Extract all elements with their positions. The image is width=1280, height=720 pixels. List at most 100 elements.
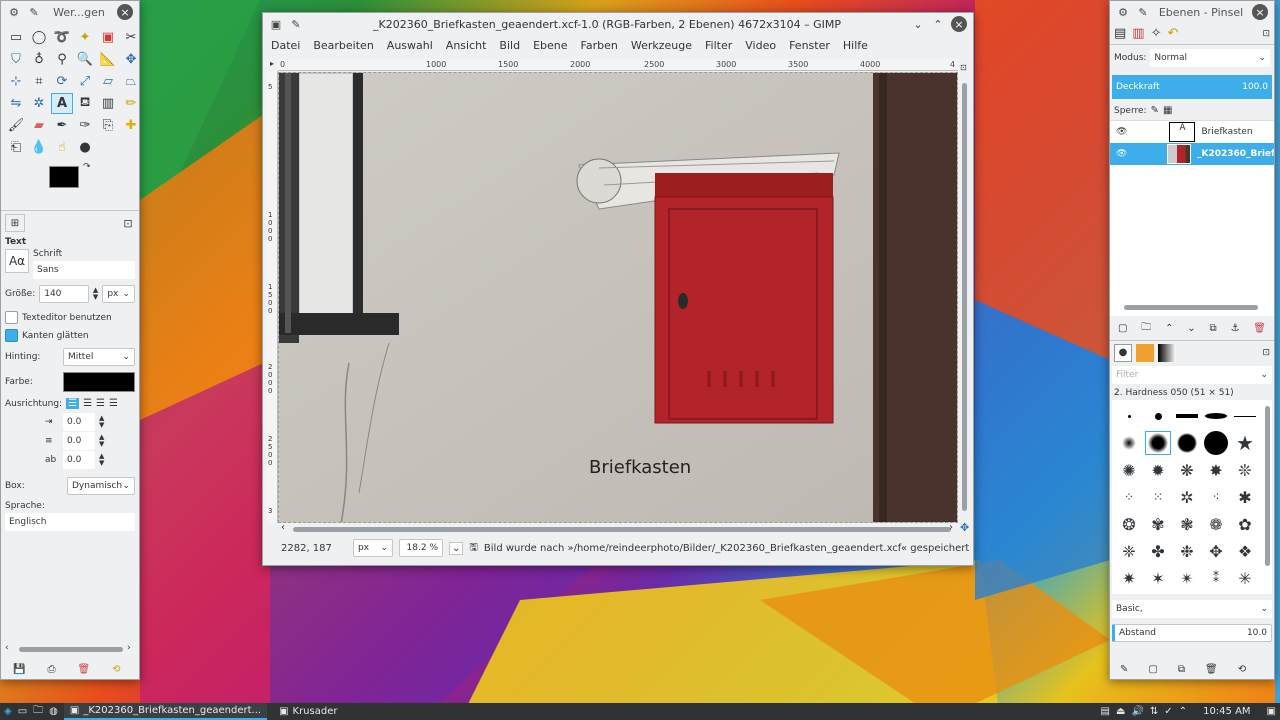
eye-icon[interactable]: 👁: [1116, 127, 1127, 137]
measure-icon[interactable]: 📐: [97, 49, 119, 70]
maximize-icon[interactable]: ⌃: [931, 17, 945, 31]
dodge-burn-icon[interactable]: ●: [74, 137, 96, 158]
font-field[interactable]: Sans: [33, 261, 135, 279]
ellipse-select-icon[interactable]: ◯: [28, 27, 50, 48]
eye-icon[interactable]: 👁: [1116, 149, 1127, 159]
zoom-dropdown-icon[interactable]: ⌄: [449, 541, 464, 555]
brush-item[interactable]: [1116, 431, 1142, 455]
brush-item[interactable]: ❃: [1174, 512, 1200, 536]
color-picker-icon[interactable]: ⚲: [51, 49, 73, 70]
task-krusader[interactable]: ▣ Krusader: [273, 703, 343, 720]
align-icon[interactable]: ⊹: [5, 71, 27, 92]
brush-item[interactable]: ❋: [1174, 458, 1200, 482]
brush-item[interactable]: [1203, 431, 1229, 455]
brush-item[interactable]: ⁘: [1116, 485, 1142, 509]
channels-tab-icon[interactable]: ▥: [1132, 26, 1144, 41]
pin-icon[interactable]: ✎: [1136, 5, 1150, 19]
menu-fenster[interactable]: Fenster: [789, 39, 830, 53]
brush-item[interactable]: ✳: [1232, 566, 1258, 590]
size-spinner-icon[interactable]: ▲ ▼: [93, 287, 98, 301]
reset-options-icon[interactable]: ⟲: [112, 664, 120, 675]
brush-item[interactable]: ✥: [1203, 539, 1229, 563]
perspective-clone-icon[interactable]: ⎗: [5, 137, 27, 158]
tray-network-icon[interactable]: ⇅: [1150, 706, 1158, 717]
pencil-icon[interactable]: ✏: [120, 93, 142, 114]
opacity-slider[interactable]: Deckkraft 100.0: [1112, 75, 1272, 99]
tool-options-tab-icon[interactable]: ⊞: [5, 214, 25, 232]
brush-item-selected[interactable]: [1145, 431, 1171, 455]
foreground-select-icon[interactable]: ⛉: [5, 49, 27, 70]
paintbrush-icon[interactable]: 🖌: [5, 115, 27, 136]
line-spacing-spinner-icon[interactable]: ▲ ▼: [99, 434, 104, 448]
clock[interactable]: 10:45 AM: [1203, 706, 1250, 717]
menu-bearbeiten[interactable]: Bearbeiten: [313, 39, 373, 53]
patterns-tab-icon[interactable]: [1136, 343, 1154, 362]
letter-spacing-spinner-icon[interactable]: ▲ ▼: [99, 453, 104, 467]
tray-expand-icon[interactable]: ⌃: [1179, 706, 1187, 717]
brush-scrollbar[interactable]: [1265, 406, 1270, 566]
delete-options-icon[interactable]: 🗑: [77, 664, 90, 675]
eraser-icon[interactable]: ▰: [28, 115, 50, 136]
perspective-icon[interactable]: ⏢: [120, 71, 142, 92]
restore-options-icon[interactable]: ⎙: [47, 664, 55, 675]
brush-item[interactable]: ❊: [1232, 458, 1258, 482]
justify-left-icon[interactable]: ☰: [66, 398, 80, 409]
scroll-left-icon[interactable]: ‹: [5, 643, 9, 653]
crop-icon[interactable]: ⌗: [28, 71, 50, 92]
brush-item[interactable]: ⁑: [1203, 566, 1229, 590]
indent-field[interactable]: 0.0: [63, 413, 95, 431]
browser-icon[interactable]: ◍: [49, 706, 58, 717]
lower-layer-icon[interactable]: ⌄: [1187, 323, 1195, 334]
free-select-icon[interactable]: ➰: [51, 27, 73, 48]
gradients-tab-icon[interactable]: [1158, 343, 1176, 362]
brush-item[interactable]: [1116, 404, 1142, 428]
brush-item[interactable]: ❖: [1232, 539, 1258, 563]
font-preview-button[interactable]: Aα: [5, 249, 29, 273]
smudge-icon[interactable]: ☝: [51, 137, 73, 158]
save-options-icon[interactable]: 💾: [13, 664, 25, 675]
shear-icon[interactable]: ▱: [97, 71, 119, 92]
layers-tab-icon[interactable]: ▤: [1114, 26, 1126, 41]
app-launcher-icon[interactable]: ◈: [4, 706, 12, 717]
toolbox-titlebar[interactable]: ⚙ ✎ Wer...gen ×: [1, 1, 139, 23]
brush-item[interactable]: ⁖: [1203, 485, 1229, 509]
scroll-right-icon[interactable]: ›: [127, 643, 131, 653]
scale-icon[interactable]: ⤢: [74, 71, 96, 92]
horizontal-ruler[interactable]: 0 1000 1500 2000 2500 3000 3500 4000 4: [278, 59, 958, 71]
window-menu-icon[interactable]: ⚙: [7, 5, 21, 19]
fuzzy-select-icon[interactable]: ✦: [74, 27, 96, 48]
text-icon[interactable]: A: [51, 93, 73, 114]
tab-menu-icon[interactable]: ⊡: [1262, 29, 1270, 39]
scissors-icon[interactable]: ✂: [120, 27, 142, 48]
heal-icon[interactable]: ✚: [120, 115, 142, 136]
canvas-text-layer[interactable]: Briefkasten: [589, 457, 691, 478]
justify-fill-icon[interactable]: ☰: [109, 398, 118, 409]
rotate-icon[interactable]: ⟳: [51, 71, 73, 92]
brush-item[interactable]: [1145, 404, 1171, 428]
tray-devices-icon[interactable]: ⏏: [1116, 706, 1125, 717]
lock-alpha-icon[interactable]: ▦: [1163, 105, 1172, 116]
hinting-select[interactable]: Mittel ⌄: [63, 348, 135, 366]
image-titlebar[interactable]: ▣ ✎ _K202360_Briefkasten_geaendert.xcf-1…: [263, 13, 973, 35]
navigate-icon[interactable]: ✥: [960, 521, 969, 534]
gimp-app-icon[interactable]: ▣: [269, 17, 283, 31]
cage-icon[interactable]: ✲: [28, 93, 50, 114]
duplicate-brush-icon[interactable]: ⧉: [1178, 664, 1185, 675]
layers-scrollbar[interactable]: [1124, 305, 1258, 310]
scroll-right-icon[interactable]: ›: [949, 522, 953, 533]
size-field[interactable]: 140: [39, 285, 89, 303]
brush-item[interactable]: ❈: [1116, 539, 1142, 563]
tray-updates-icon[interactable]: ✓: [1164, 706, 1172, 717]
brushes-tab-icon[interactable]: ●: [1114, 343, 1132, 362]
brush-item[interactable]: ❂: [1116, 512, 1142, 536]
brush-item[interactable]: ❁: [1203, 512, 1229, 536]
menu-datei[interactable]: Datei: [271, 39, 300, 53]
texteditor-checkbox[interactable]: [5, 311, 18, 324]
brush-item[interactable]: ❉: [1174, 539, 1200, 563]
indent-spinner-icon[interactable]: ▲ ▼: [99, 415, 104, 429]
close-icon[interactable]: ×: [951, 16, 967, 32]
toolbox-scrollbar[interactable]: [19, 647, 123, 652]
quickmask-corner[interactable]: ▸: [266, 59, 278, 71]
pin-icon[interactable]: ✎: [27, 5, 41, 19]
foreground-color[interactable]: [49, 166, 79, 188]
